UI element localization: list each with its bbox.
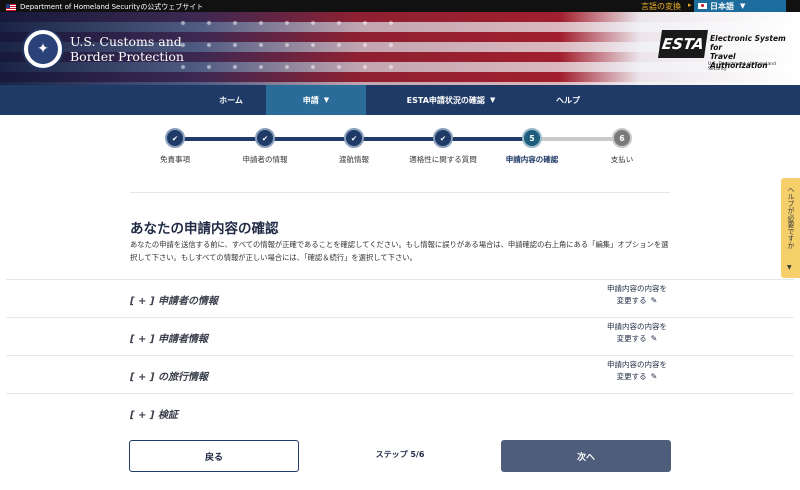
- pencil-icon: ✎: [650, 334, 658, 343]
- section-travel-info[interactable]: [ + ] の旅行情報 申請内容の内容を 変更する ✎: [6, 355, 794, 393]
- intro-text: あなたの申請を送信する前に、すべての情報が正確であることを確認してください。もし…: [130, 240, 669, 262]
- nav-check-status[interactable]: ESTA申請状況の確認 ▼: [366, 85, 536, 115]
- main-nav: ホーム 申請 ▼ ESTA申請状況の確認 ▼ ヘルプ: [0, 85, 800, 115]
- step-2-label: 申請者の情報: [242, 155, 288, 164]
- step-6-number: 6: [619, 133, 625, 143]
- step-4-label: 適格性に関する質問: [409, 155, 477, 164]
- section-toggle[interactable]: [ + ] 申請者の情報: [130, 292, 218, 307]
- edit-label-line2: 変更する: [616, 372, 647, 381]
- agency-name-line2: Border Protection: [70, 49, 184, 64]
- stepper-line-remaining: [532, 137, 622, 141]
- esta-department: U.S. Department of Homeland Security: [708, 62, 776, 72]
- chevron-down-icon: ▼: [740, 2, 746, 10]
- back-button-label: 戻る: [204, 452, 223, 463]
- next-button-label: 次へ: [576, 452, 595, 463]
- next-button[interactable]: 次へ: [501, 440, 671, 472]
- flag-stars-decoration: [170, 12, 400, 85]
- edit-applicant-details-button[interactable]: 申請内容の内容を 変更する ✎: [596, 319, 678, 347]
- chevron-down-icon: ▼: [489, 96, 496, 104]
- official-site-banner: Department of Homeland Securityの公式ウェブサイト: [6, 2, 203, 12]
- step-1-circle: ✔: [165, 128, 185, 148]
- top-utility-bar: Department of Homeland Securityの公式ウェブサイト…: [0, 0, 800, 12]
- official-site-text: Department of Homeland Securityの公式ウェブサイト: [20, 3, 204, 11]
- japan-flag-icon: [698, 3, 707, 9]
- back-button[interactable]: 戻る: [129, 440, 299, 472]
- section-toggle[interactable]: [ + ] 申請者情報: [130, 330, 208, 345]
- step-1-label: 免責事項: [160, 155, 190, 164]
- language-change-link[interactable]: 言語の変換: [641, 1, 681, 12]
- site-header: ✦ U.S. Customs and Border Protection EST…: [0, 12, 800, 85]
- section-verification[interactable]: [ + ] 検証: [6, 393, 794, 431]
- help-side-tab[interactable]: ヘルプが必要ですか ▼: [781, 178, 800, 278]
- section-divider: [130, 192, 670, 193]
- language-select[interactable]: 日本語 ▼: [694, 0, 786, 12]
- pencil-icon: ✎: [650, 372, 658, 381]
- step-5-label: 申請内容の確認: [505, 155, 559, 164]
- nav-apply-label: 申請: [302, 95, 319, 105]
- esta-logo[interactable]: ESTA Electronic System for Travel Author…: [658, 26, 794, 76]
- pencil-icon: ✎: [650, 296, 658, 305]
- nav-home[interactable]: ホーム: [196, 85, 266, 115]
- agency-name[interactable]: U.S. Customs and Border Protection: [70, 34, 184, 64]
- agency-name-line1: U.S. Customs and: [70, 34, 182, 49]
- step-3-label: 渡航情報: [339, 155, 369, 164]
- nav-apply[interactable]: 申請 ▼: [266, 85, 366, 115]
- edit-label-line1: 申請内容の内容を: [607, 360, 667, 369]
- nav-home-label: ホーム: [219, 95, 243, 105]
- checkmark-icon: ✔: [171, 133, 179, 143]
- us-flag-icon: [6, 3, 16, 11]
- edit-label-line2: 変更する: [616, 334, 647, 343]
- edit-label-line2: 変更する: [616, 296, 647, 305]
- edit-travel-info-button[interactable]: 申請内容の内容を 変更する ✎: [596, 357, 678, 385]
- nav-help-label: ヘルプ: [556, 95, 580, 105]
- eagle-icon: ✦: [28, 34, 58, 64]
- step-4-circle: ✔: [433, 128, 453, 148]
- checkmark-icon: ✔: [261, 133, 269, 143]
- checkmark-icon: ✔: [439, 133, 447, 143]
- esta-mark: ESTA: [658, 30, 708, 58]
- step-5-circle: 5: [522, 128, 542, 148]
- step-5-number: 5: [529, 133, 535, 143]
- page-title: あなたの申請内容の確認: [130, 221, 279, 237]
- dhs-seal-logo[interactable]: ✦: [22, 28, 64, 70]
- help-tab-label: ヘルプが必要ですか: [787, 186, 795, 249]
- edit-label-line1: 申請内容の内容を: [607, 322, 667, 331]
- chevron-down-icon: ▼: [323, 96, 330, 104]
- section-applicant-info[interactable]: [ + ] 申請者の情報 申請内容の内容を 変更する ✎: [6, 279, 794, 317]
- section-applicant-details[interactable]: [ + ] 申請者情報 申請内容の内容を 変更する ✎: [6, 317, 794, 355]
- edit-applicant-info-button[interactable]: 申請内容の内容を 変更する ✎: [596, 281, 678, 309]
- step-counter: ステップ 5/6: [375, 450, 425, 459]
- language-arrow-icon: ▸: [688, 1, 692, 9]
- step-3-circle: ✔: [344, 128, 364, 148]
- language-selected-label: 日本語: [710, 1, 734, 11]
- nav-status-label: ESTA申請状況の確認: [406, 95, 485, 105]
- checkmark-icon: ✔: [350, 133, 358, 143]
- section-toggle[interactable]: [ + ] の旅行情報: [130, 368, 208, 383]
- section-toggle[interactable]: [ + ] 検証: [130, 406, 178, 421]
- step-6-label: 支払い: [610, 155, 634, 164]
- nav-help[interactable]: ヘルプ: [536, 85, 600, 115]
- edit-label-line1: 申請内容の内容を: [607, 284, 667, 293]
- step-6-circle: 6: [612, 128, 632, 148]
- esta-name-line1: Electronic System for: [710, 34, 786, 52]
- step-2-circle: ✔: [255, 128, 275, 148]
- chevron-down-icon: ▼: [787, 264, 792, 271]
